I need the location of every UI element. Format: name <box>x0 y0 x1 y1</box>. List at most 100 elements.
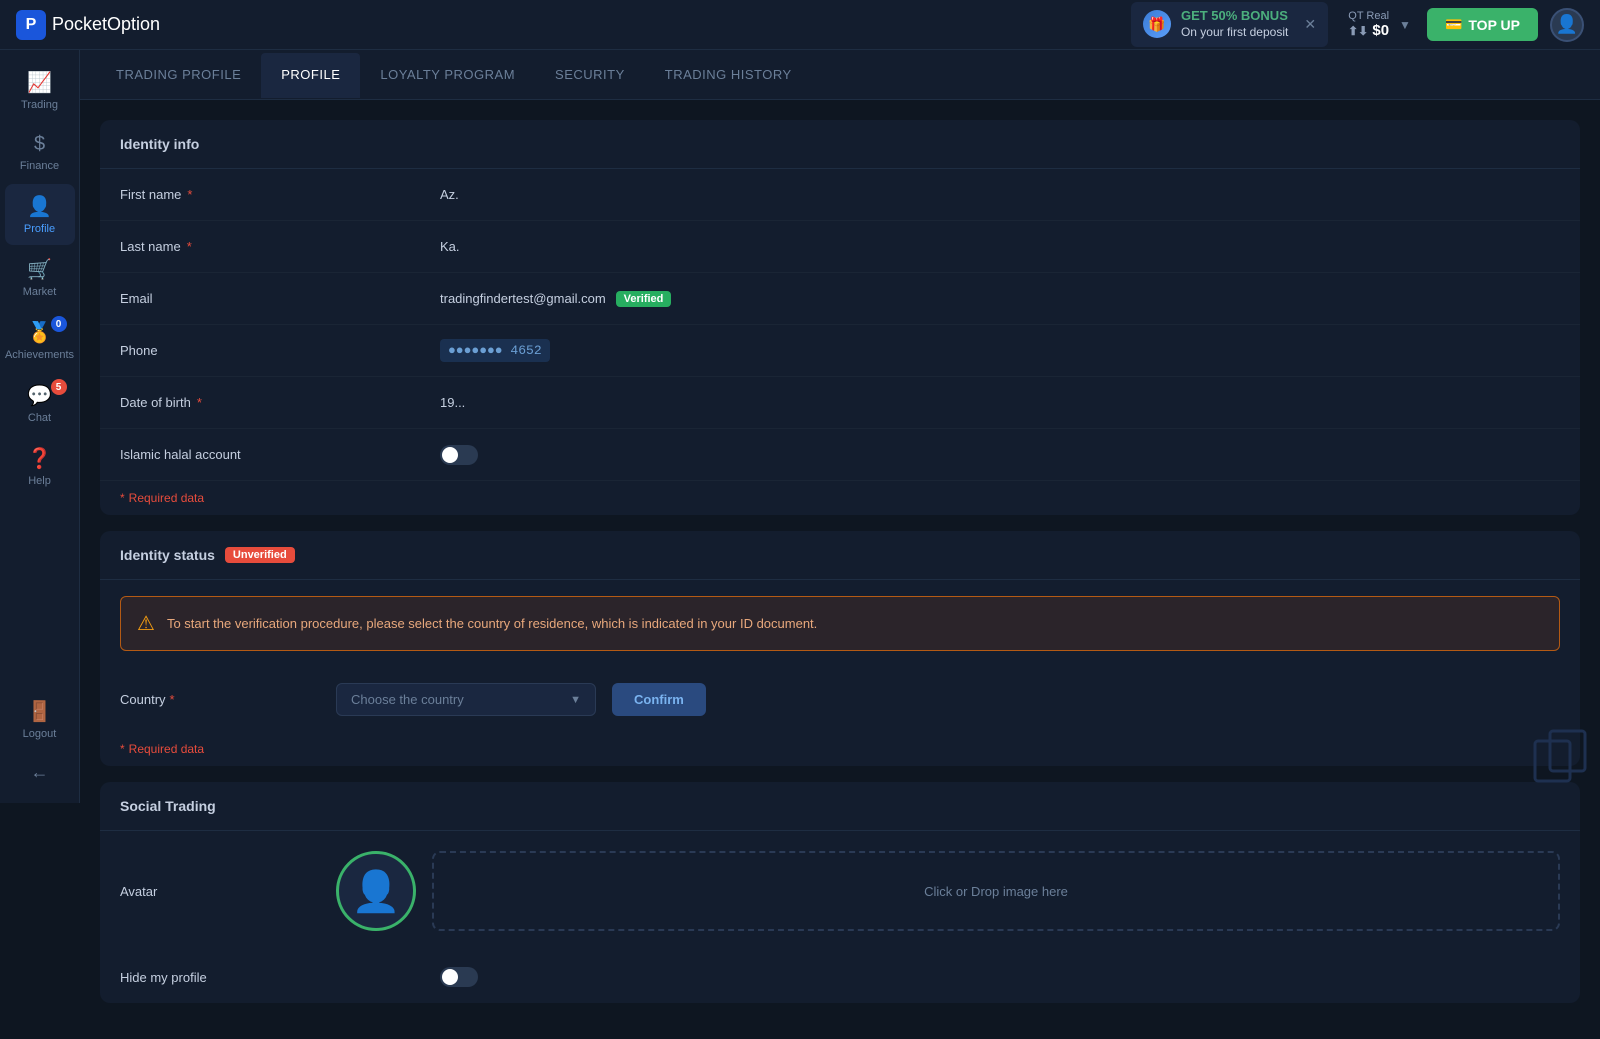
sidebar-item-market[interactable]: 🛒 Market <box>5 247 75 308</box>
phone-label: Phone <box>120 343 440 358</box>
sidebar: 📈 Trading $ Finance 👤 Profile 🛒 Market 🏅… <box>0 50 80 803</box>
halal-label: Islamic halal account <box>120 447 440 462</box>
tab-security[interactable]: SECURITY <box>535 53 645 98</box>
bonus-close-icon[interactable]: ✕ <box>1304 16 1316 33</box>
sidebar-item-achievements[interactable]: 🏅 Achievements 0 <box>5 310 75 371</box>
sidebar-item-label-profile: Profile <box>24 223 55 235</box>
logo[interactable]: P PocketOption <box>16 10 160 40</box>
first-name-row: First name * Az. <box>100 169 1580 221</box>
identity-status-header: Identity status Unverified <box>100 531 1580 580</box>
chat-icon: 💬 <box>27 383 52 408</box>
balance-amount: ⬆⬇ $0 <box>1348 22 1389 39</box>
bonus-banner: 🎁 GET 50% BONUS On your first deposit ✕ <box>1131 2 1328 46</box>
market-icon: 🛒 <box>27 257 52 282</box>
halal-value <box>440 445 1560 465</box>
avatar-person-icon: 👤 <box>351 868 401 915</box>
achievements-badge: 0 <box>51 316 67 332</box>
sidebar-item-chat[interactable]: 💬 Chat 5 <box>5 373 75 434</box>
confirm-button[interactable]: Confirm <box>612 683 706 716</box>
sidebar-item-label-help: Help <box>28 475 51 487</box>
balance-dropdown-icon[interactable]: ▼ <box>1399 18 1411 32</box>
country-required-star: * <box>170 692 175 707</box>
unverified-badge: Unverified <box>225 547 295 563</box>
last-name-label: Last name * <box>120 239 440 254</box>
social-trading-section: Social Trading Avatar 👤 Click or Drop im… <box>100 782 1580 1003</box>
avatar-circle[interactable]: 👤 <box>336 851 416 931</box>
bonus-icon: 🎁 <box>1143 10 1171 38</box>
first-name-label: First name * <box>120 187 440 202</box>
hide-profile-row: Hide my profile <box>100 951 1580 1003</box>
identity-info-header: Identity info <box>100 120 1580 169</box>
dob-label: Date of birth * <box>120 395 440 410</box>
balance-display: QT Real ⬆⬇ $0 ▼ <box>1348 10 1411 39</box>
sidebar-item-label-achievements: Achievements <box>5 349 74 361</box>
topbar: P PocketOption 🎁 GET 50% BONUS On your f… <box>0 0 1600 50</box>
dob-required: * <box>197 395 202 410</box>
avatar-label: Avatar <box>120 884 320 899</box>
country-dropdown-icon: ▼ <box>570 694 581 706</box>
identity-required-text: Required data <box>129 491 204 505</box>
country-label: Country * <box>120 692 320 707</box>
last-name-required: * <box>187 239 192 254</box>
sidebar-item-label-logout: Logout <box>23 728 57 740</box>
hide-profile-value <box>440 967 1560 987</box>
warning-text: To start the verification procedure, ple… <box>167 616 817 631</box>
sidebar-item-trading[interactable]: 📈 Trading <box>5 60 75 121</box>
tab-trading-profile[interactable]: TRADING PROFILE <box>96 53 261 98</box>
identity-required-note: * Required data <box>100 481 1580 515</box>
hide-profile-toggle[interactable] <box>440 967 478 987</box>
dob-row: Date of birth * 19... <box>100 377 1580 429</box>
avatar-row: Avatar 👤 Click or Drop image here <box>100 831 1580 951</box>
email-row: Email tradingfindertest@gmail.com Verifi… <box>100 273 1580 325</box>
country-row: Country * Choose the country ▼ Confirm <box>100 667 1580 732</box>
help-icon: ❓ <box>27 446 52 471</box>
tab-trading-history[interactable]: TRADING HISTORY <box>645 53 812 98</box>
social-trading-header: Social Trading <box>100 782 1580 831</box>
sidebar-item-label-trading: Trading <box>21 99 58 111</box>
warning-icon: ⚠ <box>137 611 155 636</box>
sidebar-item-finance[interactable]: $ Finance <box>5 123 75 182</box>
profile-content: Identity info First name * Az. Last name <box>80 100 1600 1039</box>
phone-display: ●●●●●●● 4652 <box>440 339 550 362</box>
first-name-value: Az. <box>440 187 1560 202</box>
email-label: Email <box>120 291 440 306</box>
verification-warning: ⚠ To start the verification procedure, p… <box>120 596 1560 651</box>
country-required-note: * Required data <box>100 732 1580 766</box>
sidebar-item-logout[interactable]: 🚪 Logout <box>5 689 75 750</box>
identity-info-body: First name * Az. Last name * Ka. <box>100 169 1580 515</box>
sidebar-item-profile[interactable]: 👤 Profile <box>5 184 75 245</box>
email-verified-badge: Verified <box>616 291 672 307</box>
phone-row: Phone ●●●●●●● 4652 <box>100 325 1580 377</box>
tab-loyalty[interactable]: LOYALTY PROGRAM <box>360 53 535 98</box>
sidebar-item-help[interactable]: ❓ Help <box>5 436 75 497</box>
achievements-icon: 🏅 <box>27 320 52 345</box>
last-name-value: Ka. <box>440 239 1560 254</box>
balance-label: QT Real <box>1348 10 1389 22</box>
tab-profile[interactable]: PROFILE <box>261 53 360 98</box>
logo-icon: P <box>16 10 46 40</box>
identity-info-section: Identity info First name * Az. Last name <box>100 120 1580 515</box>
phone-value: ●●●●●●● 4652 <box>440 339 1560 362</box>
sidebar-item-label-finance: Finance <box>20 160 59 172</box>
avatar-drop-zone[interactable]: Click or Drop image here <box>432 851 1560 931</box>
sidebar-collapse-arrow[interactable]: ← <box>5 752 75 793</box>
hide-profile-label: Hide my profile <box>120 970 440 985</box>
first-name-required: * <box>187 187 192 202</box>
bonus-text: GET 50% BONUS On your first deposit <box>1181 8 1288 40</box>
identity-status-title: Identity status <box>120 547 215 563</box>
chat-badge: 5 <box>51 379 67 395</box>
halal-toggle[interactable] <box>440 445 478 465</box>
topup-icon: 💳 <box>1445 16 1462 33</box>
country-placeholder: Choose the country <box>351 692 464 707</box>
email-value: tradingfindertest@gmail.com Verified <box>440 291 1560 307</box>
country-required-text: Required data <box>129 742 204 756</box>
last-name-row: Last name * Ka. <box>100 221 1580 273</box>
user-avatar[interactable]: 👤 <box>1550 8 1584 42</box>
sidebar-bottom: 🚪 Logout ← <box>0 689 79 793</box>
profile-icon: 👤 <box>27 194 52 219</box>
arrow-left-icon: ← <box>31 762 49 783</box>
country-select[interactable]: Choose the country ▼ <box>336 683 596 716</box>
avatar-icon: 👤 <box>1556 14 1578 35</box>
topup-button[interactable]: 💳 TOP UP <box>1427 8 1538 41</box>
trading-icon: 📈 <box>27 70 52 95</box>
